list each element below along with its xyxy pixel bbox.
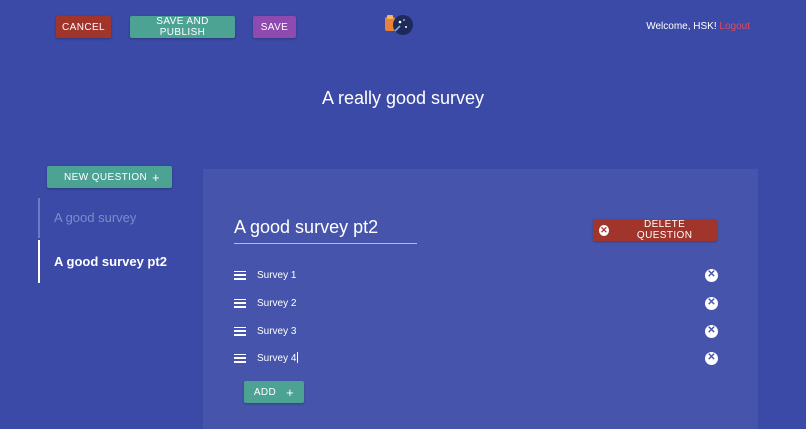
remove-option-icon[interactable]: ✕ <box>705 351 718 365</box>
drag-handle-icon[interactable] <box>234 298 246 308</box>
option-row: Survey 4 ✕ <box>234 348 718 368</box>
cancel-button[interactable]: Cancel <box>56 16 111 38</box>
logout-link[interactable]: Logout <box>719 21 750 32</box>
remove-option-icon[interactable]: ✕ <box>705 268 718 282</box>
option-input[interactable]: Survey 3 <box>257 326 296 337</box>
new-question-button[interactable]: New Question + <box>47 166 172 188</box>
plus-icon: + <box>286 384 295 400</box>
question-title-input[interactable]: A good survey pt2 <box>234 217 417 244</box>
sidebar-item-a-good-survey-pt2[interactable]: A good survey pt2 <box>38 240 188 283</box>
delete-question-label: Delete Question <box>636 219 693 241</box>
new-question-label: New Question <box>64 171 148 183</box>
option-row: Survey 1 ✕ <box>234 265 718 285</box>
option-input-value: Survey 4 <box>257 353 297 364</box>
drag-handle-icon[interactable] <box>234 270 246 280</box>
delete-question-button[interactable]: ✕ Delete Question <box>593 219 717 241</box>
sidebar-item-a-good-survey[interactable]: A good survey <box>38 198 188 238</box>
option-input[interactable]: Survey 2 <box>257 298 296 309</box>
option-input-active[interactable]: Survey 4 <box>257 352 299 364</box>
drag-handle-icon[interactable] <box>234 326 246 336</box>
add-option-label: Add <box>253 386 277 398</box>
option-row: Survey 3 ✕ <box>234 321 718 341</box>
option-row: Survey 2 ✕ <box>234 293 718 313</box>
add-option-button[interactable]: Add + <box>244 381 304 403</box>
save-button[interactable]: Save <box>253 16 296 38</box>
drag-handle-icon[interactable] <box>234 353 246 363</box>
save-and-publish-button[interactable]: Save and Publish <box>130 16 235 38</box>
remove-option-icon[interactable]: ✕ <box>705 324 718 338</box>
welcome-message: Welcome, HSK! Logout <box>646 21 750 32</box>
remove-option-icon[interactable]: ✕ <box>705 296 718 310</box>
logo-icon <box>385 15 413 35</box>
survey-title: A really good survey <box>321 88 485 108</box>
app-logo <box>383 13 415 37</box>
option-input[interactable]: Survey 1 <box>257 270 296 281</box>
close-circle-icon: ✕ <box>599 224 610 236</box>
plus-icon: + <box>152 169 160 185</box>
question-editor-panel: A good survey pt2 ✕ Delete Question Surv… <box>203 169 758 429</box>
welcome-text: Welcome, HSK! <box>646 21 717 32</box>
text-cursor <box>297 352 299 363</box>
